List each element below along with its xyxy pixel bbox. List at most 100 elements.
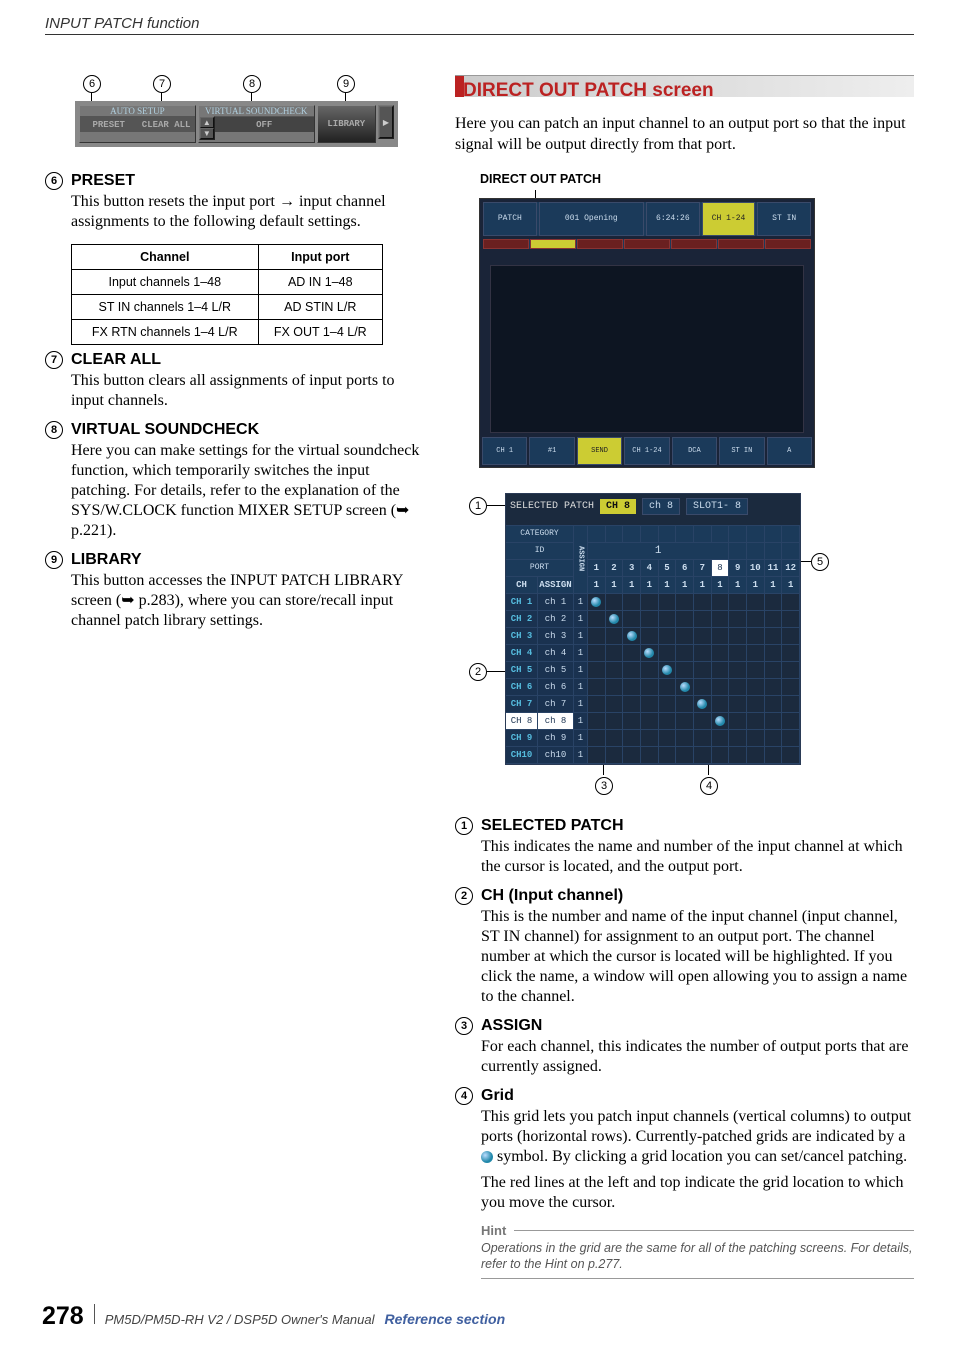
grid-cell — [729, 543, 747, 560]
grid-cell: CH 9 — [506, 730, 538, 747]
clear-all-button[interactable]: CLEAR ALL — [137, 116, 194, 132]
grid-cell — [729, 611, 747, 628]
grid-cell — [747, 628, 765, 645]
grid-cell — [729, 594, 747, 611]
def-num-8: 8 — [45, 421, 63, 439]
detail-selected-patch-label: SELECTED PATCH — [510, 501, 594, 512]
grid-cell: 1 — [574, 679, 588, 696]
grid-cell: 6 — [676, 560, 694, 577]
grid-cell — [729, 713, 747, 730]
grid-cell — [606, 696, 624, 713]
grid-cell: 1 — [574, 713, 588, 730]
grid-cell — [694, 662, 712, 679]
grid-cell: CH 1 — [506, 594, 538, 611]
grid-cell — [782, 662, 800, 679]
def-title-library: LIBRARY — [71, 551, 142, 569]
grid-cell — [765, 747, 783, 764]
grid-cell: 4 — [641, 560, 659, 577]
grid-cell — [747, 662, 765, 679]
grid-cell — [694, 594, 712, 611]
grid-cell — [623, 594, 641, 611]
table-cell: FX OUT 1–4 L/R — [258, 320, 382, 345]
grid-cell — [588, 662, 606, 679]
grid-cell — [606, 747, 624, 764]
grid-cell — [623, 730, 641, 747]
ss-meter-stin: ST IN — [757, 202, 811, 236]
grid-cell — [588, 696, 606, 713]
grid-cell: CATEGORY — [506, 526, 574, 543]
grid-cell: CH 3 — [506, 628, 538, 645]
grid-cell — [729, 696, 747, 713]
grid-cell: 2 — [606, 560, 624, 577]
def-title: ASSIGN — [481, 1017, 542, 1035]
preset-button[interactable]: PRESET — [80, 116, 137, 132]
grid-cell: 1 — [765, 577, 783, 594]
grid-cell — [729, 628, 747, 645]
def-body-vsc: Here you can make settings for the virtu… — [71, 441, 425, 541]
grid-cell — [659, 611, 677, 628]
grid-cell: 1 — [574, 747, 588, 764]
grid-cell: 1 — [574, 696, 588, 713]
grid-cell — [747, 543, 765, 560]
grid-cell — [641, 645, 659, 662]
overview-screenshot: PATCH 001 Opening 6:24:26 CH 1-24 ST IN — [479, 198, 815, 468]
grid-cell: ch 4 — [538, 645, 574, 662]
table-cell: AD IN 1–48 — [258, 270, 382, 295]
grid-cell — [641, 713, 659, 730]
grid-cell: ASSIGN — [574, 526, 588, 594]
grid-cell: 1 — [729, 577, 747, 594]
virtual-soundcheck-label: VIRTUAL SOUNDCHECK — [199, 106, 314, 116]
def-num-6: 6 — [45, 172, 63, 190]
grid-cell — [729, 679, 747, 696]
grid-cell — [747, 645, 765, 662]
def-num-9: 9 — [45, 551, 63, 569]
grid-cell — [712, 696, 730, 713]
grid-cell: 1 — [694, 577, 712, 594]
grid-cell: 1 — [641, 577, 659, 594]
grid-cell — [712, 594, 730, 611]
callout-3: 3 — [595, 777, 613, 795]
grid-cell — [676, 679, 694, 696]
grid-cell — [659, 679, 677, 696]
grid-cell — [747, 611, 765, 628]
grid-cell — [641, 696, 659, 713]
grid-cell — [623, 696, 641, 713]
grid-cell: 1 — [782, 577, 800, 594]
def-num-7: 7 — [45, 351, 63, 369]
grid-cell — [765, 611, 783, 628]
detail-screenshot-wrap: 1 2 SELECTED PATCH CH 8 ch 8 SLOT1- 8 CA… — [455, 493, 914, 799]
grid-cell: 7 — [694, 560, 712, 577]
grid-cell — [694, 679, 712, 696]
button-bar-figure: 6 7 8 9 AUTO SETUP PRESET CLEAR ALL — [75, 75, 425, 147]
virtual-sc-off-button[interactable]: OFF — [215, 116, 314, 132]
grid-cell: ch 6 — [538, 679, 574, 696]
table-cell: ST IN channels 1–4 L/R — [72, 295, 259, 320]
grid-cell — [729, 730, 747, 747]
grid-cell: 11 — [765, 560, 783, 577]
grid-cell — [765, 594, 783, 611]
grid-cell — [659, 696, 677, 713]
grid-cell: PORT — [506, 560, 574, 577]
grid-cell: 1 — [574, 594, 588, 611]
grid-cell — [782, 747, 800, 764]
grid-cell — [623, 628, 641, 645]
page-section-header: INPUT PATCH function — [45, 15, 199, 32]
grid-cell: 1 — [574, 730, 588, 747]
detail-sel-name: ch 8 — [642, 498, 680, 515]
library-button[interactable]: LIBRARY — [317, 105, 376, 143]
grid-cell: ch 1 — [538, 594, 574, 611]
grid-cell — [676, 713, 694, 730]
grid-cell — [676, 628, 694, 645]
grid-cell — [659, 713, 677, 730]
grid-cell: 12 — [782, 560, 800, 577]
grid-cell — [782, 645, 800, 662]
ss-foot-6: A — [767, 437, 812, 465]
detail-screenshot: SELECTED PATCH CH 8 ch 8 SLOT1- 8 CATEGO… — [505, 493, 801, 765]
screen-title: DIRECT OUT PATCH screen — [455, 75, 914, 102]
grid-cell — [676, 526, 694, 543]
table-cell: AD STIN L/R — [258, 295, 382, 320]
def-body: For each channel, this indicates the num… — [481, 1037, 914, 1077]
grid-cell: ch 2 — [538, 611, 574, 628]
grid-cell — [694, 747, 712, 764]
grid-cell — [747, 747, 765, 764]
